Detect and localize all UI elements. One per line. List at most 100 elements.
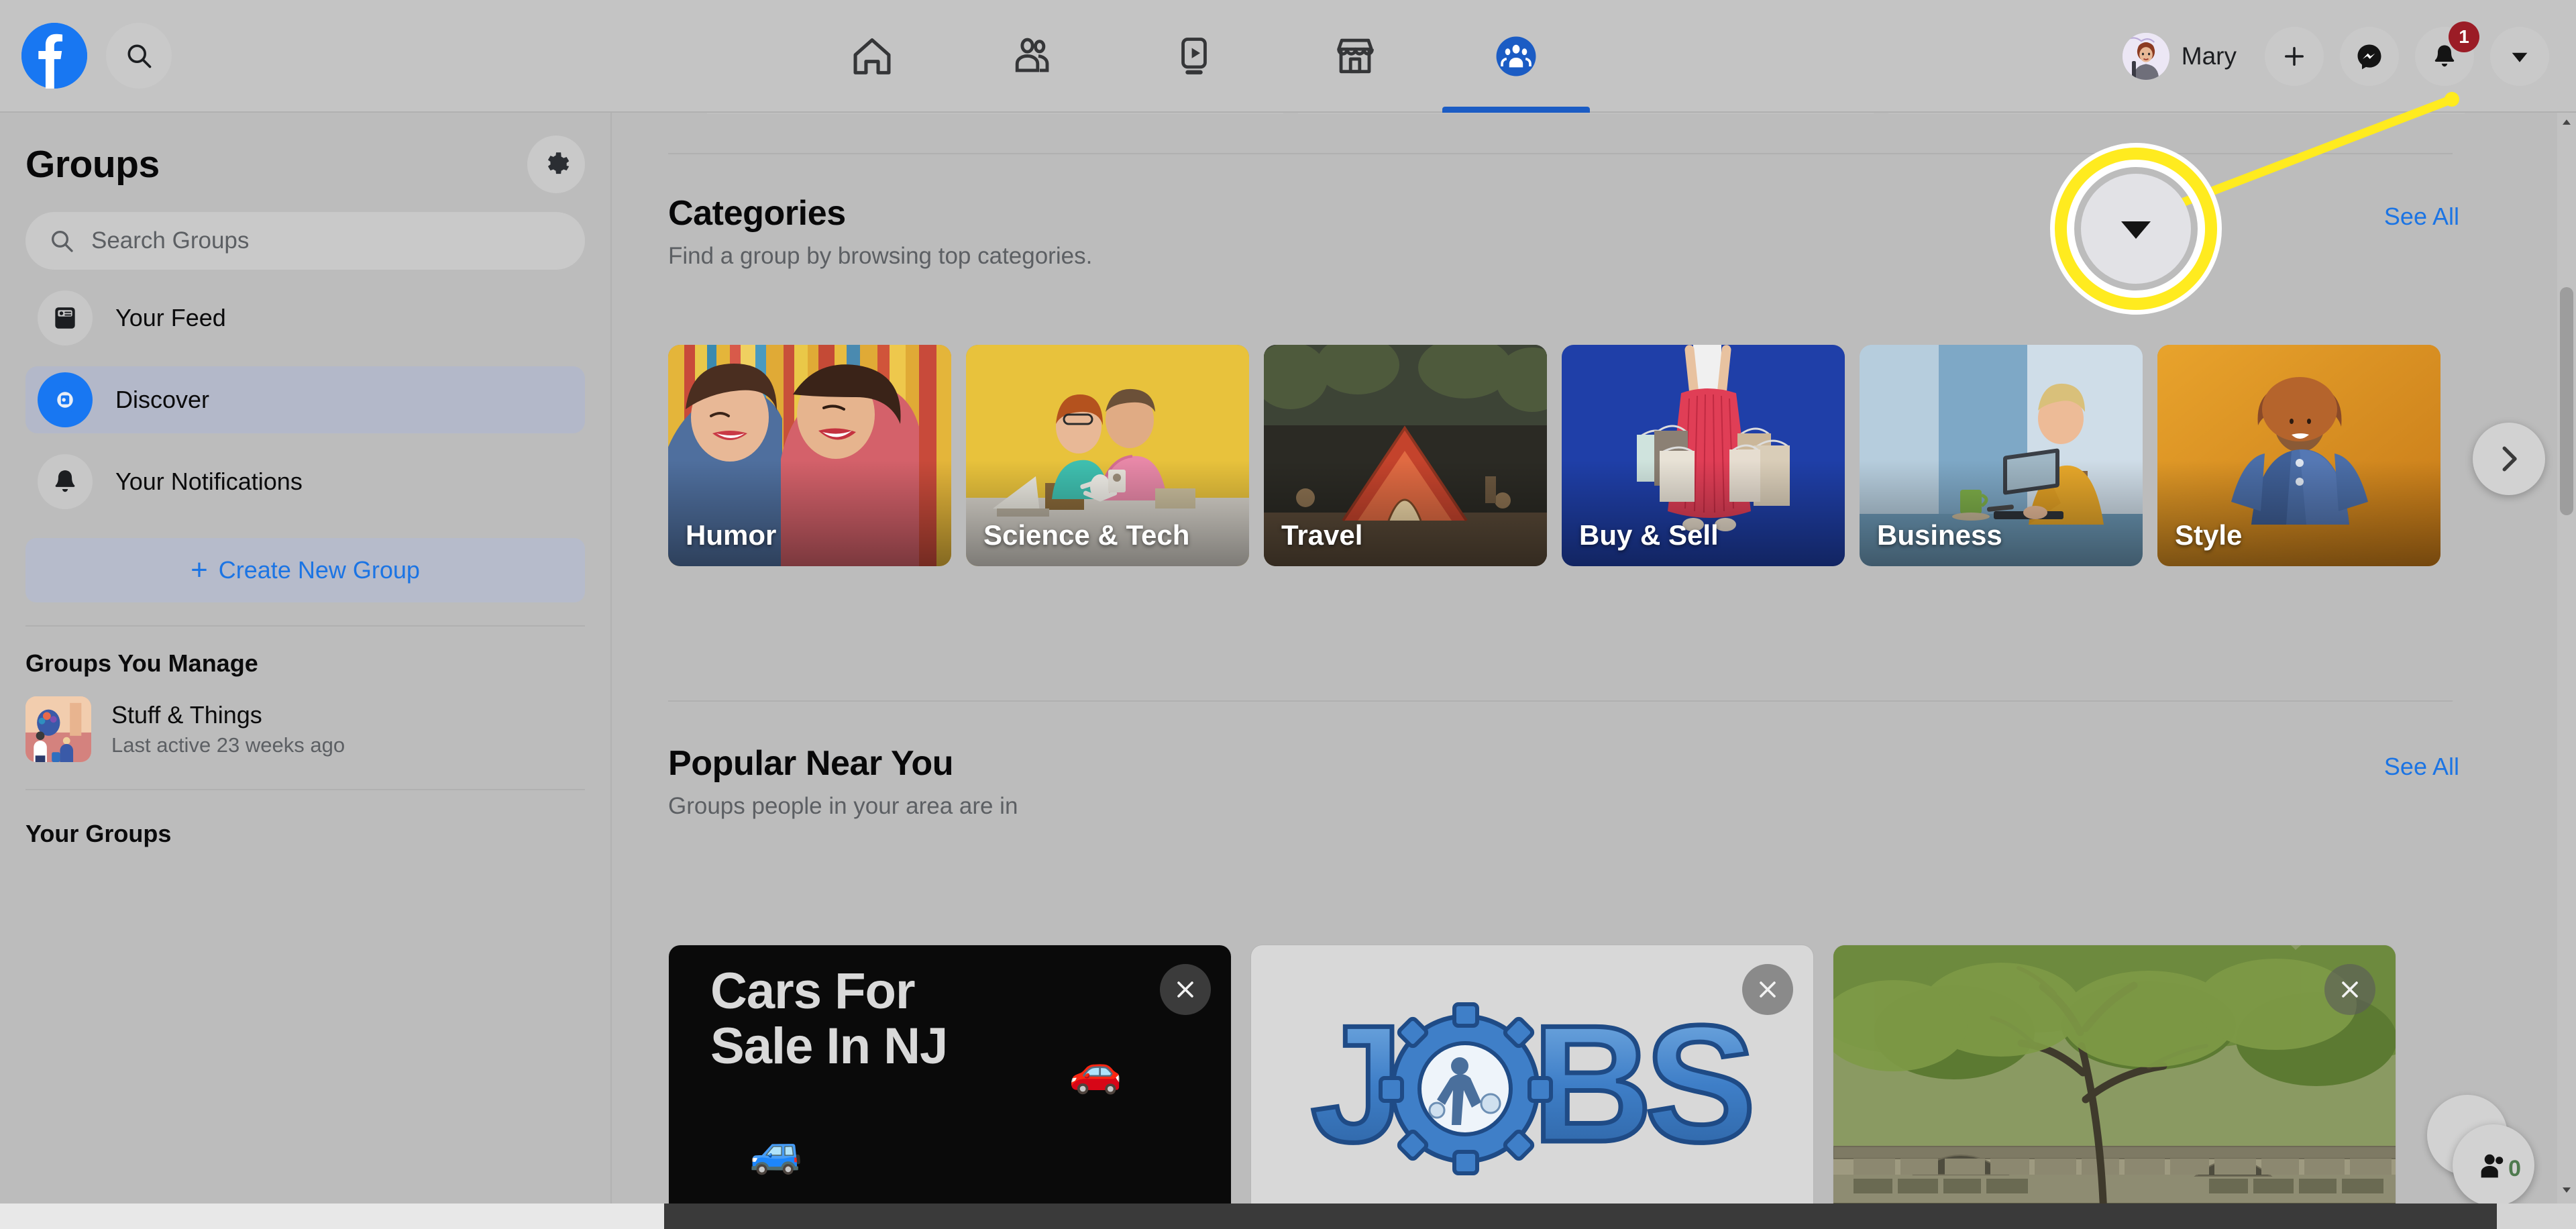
video-play-icon (1181, 38, 1207, 74)
group-thumbnail (25, 696, 91, 762)
messenger-button[interactable] (2340, 27, 2399, 86)
category-label: Style (2175, 519, 2243, 551)
create-new-group-button[interactable]: + Create New Group (25, 538, 585, 602)
profile-name: Mary (2181, 42, 2237, 70)
profile-button[interactable]: Mary (2118, 33, 2249, 80)
groups-you-manage-title: Groups You Manage (25, 649, 258, 677)
chevron-right-icon (2502, 446, 2517, 472)
categories-subtitle: Find a group by browsing top categories. (668, 243, 1093, 269)
chat-count-badge: 0 (2508, 1156, 2521, 1181)
nav-left-cluster (0, 23, 470, 89)
scrollbar-thumb[interactable] (2560, 287, 2573, 515)
group-cover-image: Cars For Sale In NJ 🚗 🚙 (669, 945, 1231, 1229)
window-bottom-chrome (0, 1204, 2576, 1229)
bell-icon (38, 454, 93, 509)
section-divider-2 (668, 700, 2453, 702)
chrome-right-panel (2497, 1204, 2576, 1229)
group-card-cars-for-sale[interactable]: Cars ForSale In NJ 🚗 🚙 Cars For Sale In … (668, 945, 1232, 1229)
popular-groups-list: Cars ForSale In NJ 🚗 🚙 Cars For Sale In … (668, 945, 2479, 1229)
sidebar-divider (25, 625, 585, 627)
category-card-humor[interactable]: Humor (668, 345, 951, 566)
notifications-button[interactable]: 1 (2415, 21, 2479, 86)
create-new-group-label: Create New Group (218, 556, 420, 584)
feed-icon (38, 290, 93, 345)
groups-icon (1496, 36, 1536, 76)
group-cover-image: J B S (1251, 945, 1813, 1229)
sidebar-header: Groups (25, 113, 585, 193)
messenger-icon (2357, 44, 2381, 70)
category-label: Travel (1281, 519, 1363, 551)
close-icon (1177, 981, 1193, 998)
search-groups-input[interactable]: Search Groups (25, 212, 585, 270)
plus-icon (2285, 47, 2304, 66)
nav-tab-home[interactable] (792, 0, 953, 113)
nav-tabs (792, 0, 1597, 113)
popular-see-all-link[interactable]: See All (2384, 743, 2459, 781)
sidebar-divider-2 (25, 789, 585, 790)
account-menu-button[interactable] (2490, 27, 2549, 86)
category-card-buy-sell[interactable]: Buy & Sell (1562, 345, 1845, 566)
categories-title: Categories (668, 194, 846, 233)
dismiss-group-button[interactable] (1160, 964, 1211, 1015)
scroll-up-arrow[interactable] (2557, 113, 2576, 131)
caret-down-icon (2563, 1187, 2571, 1193)
scroll-down-arrow[interactable] (2557, 1181, 2576, 1199)
facebook-logo[interactable] (21, 23, 87, 89)
search-icon (52, 231, 73, 252)
category-label: Business (1877, 519, 2002, 551)
your-groups-title: Your Groups (25, 820, 172, 847)
blue-van-icon: 🚙 (749, 1127, 803, 1175)
category-card-science-tech[interactable]: Science & Tech (966, 345, 1249, 566)
categories-carousel: Humor Science & Tech Travel Buy & Sell B… (668, 345, 2479, 566)
nav-tab-friends[interactable] (953, 0, 1114, 113)
contacts-button[interactable] (2453, 1124, 2534, 1206)
categories-header: Categories Find a group by browsing top … (668, 193, 2459, 270)
category-card-business[interactable]: Business (1860, 345, 2143, 566)
categories-next-button[interactable] (2473, 423, 2545, 495)
avatar (2122, 33, 2169, 80)
sidebar-item-label: Discover (115, 386, 210, 413)
home-icon (853, 38, 891, 74)
plus-icon: + (191, 553, 208, 586)
contacts-icon (2481, 1154, 2504, 1178)
sidebar-item-your-feed[interactable]: Your Feed (25, 284, 585, 352)
global-search-button[interactable] (106, 23, 172, 89)
search-icon (127, 44, 152, 68)
discover-icon (38, 372, 93, 427)
nav-tab-groups[interactable] (1436, 0, 1597, 113)
category-card-style[interactable]: Style (2157, 345, 2440, 566)
peek-chip (1297, 113, 1874, 114)
page-scrollbar[interactable] (2557, 113, 2576, 1229)
sidebar-item-label: Your Notifications (115, 468, 303, 495)
categories-see-all-link[interactable]: See All (2384, 193, 2459, 231)
popular-heading-block: Popular Near You Groups people in your a… (668, 743, 1018, 820)
dismiss-group-button[interactable] (1742, 964, 1793, 1015)
chrome-left-panel (0, 1204, 664, 1229)
group-card-hudson-valley[interactable]: The Hudson Valley in pictures 91K member… (1833, 945, 2396, 1229)
create-button[interactable] (2265, 27, 2324, 86)
categories-heading-block: Categories Find a group by browsing top … (668, 193, 1092, 270)
gear-icon (547, 152, 570, 174)
nav-tab-marketplace[interactable] (1275, 0, 1436, 113)
managed-group-subtitle: Last active 23 weeks ago (111, 733, 345, 757)
category-card-travel[interactable]: Travel (1264, 345, 1547, 566)
group-card-nyc-jobs[interactable]: J B S (1250, 945, 1814, 1229)
chevron-down-icon (2512, 52, 2528, 62)
sidebar-item-your-notifications[interactable]: Your Notifications (25, 448, 585, 515)
sidebar-item-discover[interactable]: Discover (25, 366, 585, 433)
groups-settings-button[interactable] (527, 136, 585, 193)
close-icon (1760, 981, 1776, 998)
popular-header: Popular Near You Groups people in your a… (668, 743, 2459, 820)
storefront-icon (1337, 38, 1374, 74)
jobs-logo: J B S (1309, 988, 1758, 1179)
top-navigation-bar: Mary 1 (0, 0, 2576, 113)
managed-group-text: Stuff & Things Last active 23 weeks ago (111, 701, 345, 757)
managed-group-item[interactable]: Stuff & Things Last active 23 weeks ago (25, 696, 585, 762)
dismiss-group-button[interactable] (2324, 964, 2375, 1015)
sidebar-title: Groups (25, 143, 160, 186)
popular-title: Popular Near You (668, 744, 954, 783)
sidebar-item-label: Your Feed (115, 304, 226, 331)
category-label: Science & Tech (983, 519, 1190, 551)
nav-tab-watch[interactable] (1114, 0, 1275, 113)
hudson-scene (1833, 945, 2396, 1229)
